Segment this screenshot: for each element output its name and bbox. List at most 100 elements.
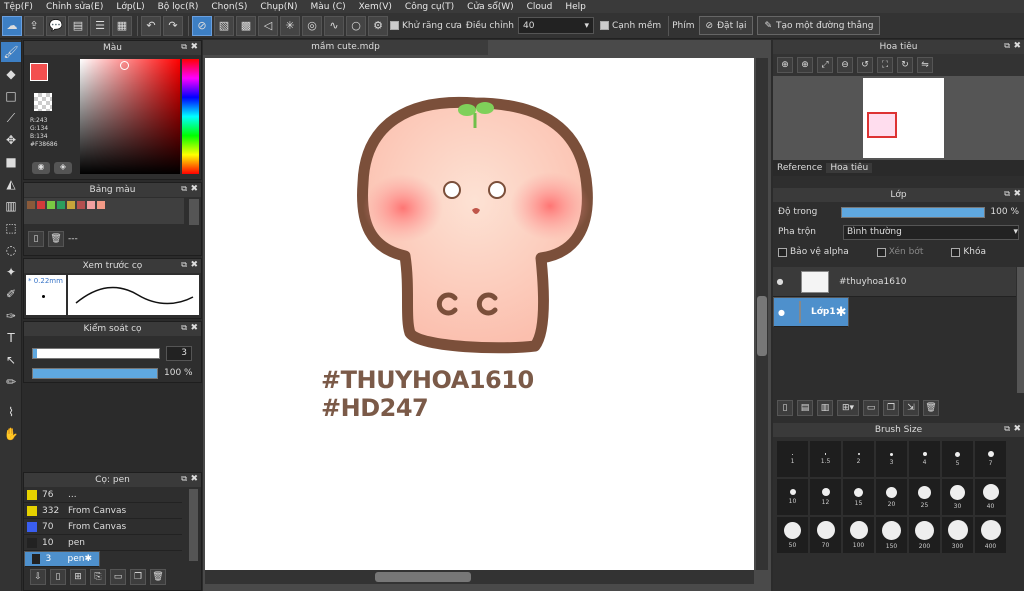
redo-icon[interactable]: ↷ bbox=[163, 15, 183, 36]
rotate-left-icon[interactable]: ↺ bbox=[857, 57, 873, 73]
concentric-snap-icon[interactable]: ◎ bbox=[302, 15, 322, 36]
layer-row-selected[interactable]: ● Lớp1 ✱ bbox=[773, 297, 849, 327]
protect-alpha-checkbox[interactable] bbox=[778, 247, 787, 257]
doc-icon[interactable]: ▤ bbox=[68, 15, 88, 36]
brush-cloud-icon[interactable]: ⇩ bbox=[30, 569, 46, 585]
brush-size-option[interactable]: 100 bbox=[843, 517, 874, 553]
close-icon[interactable]: ✖ bbox=[1013, 424, 1021, 434]
canvas-paper[interactable]: #THUYHOA1610 #HD247 bbox=[205, 58, 754, 570]
menu-item[interactable]: Chọn(S) bbox=[211, 2, 247, 12]
popout-icon[interactable]: ⧉ bbox=[181, 323, 187, 333]
close-icon[interactable]: ✖ bbox=[1013, 41, 1021, 51]
layer-row[interactable]: ● #thuyhoa1610 bbox=[773, 267, 1016, 297]
close-icon[interactable]: ✖ bbox=[1013, 189, 1021, 199]
brush-row[interactable]: 70 From Canvas bbox=[24, 519, 182, 535]
eraser-tool-icon[interactable]: ◆ bbox=[1, 64, 21, 84]
brush-size-option[interactable]: 200 bbox=[909, 517, 940, 553]
clipping-checkbox[interactable] bbox=[876, 247, 886, 257]
reset-button[interactable]: ⊘ Đặt lại bbox=[698, 16, 754, 35]
circle-snap-icon[interactable]: ○ bbox=[346, 15, 366, 36]
hue-slider[interactable] bbox=[182, 59, 199, 174]
close-icon[interactable]: ✖ bbox=[190, 42, 198, 52]
perspective-snap-icon[interactable]: ◁ bbox=[258, 15, 278, 36]
menu-item[interactable]: Cloud bbox=[527, 2, 553, 12]
straight-line-button[interactable]: ✎ Tạo một đường thẳng bbox=[757, 16, 881, 35]
brush-list-scrollbar[interactable] bbox=[189, 489, 198, 561]
brush-add-icon[interactable]: ⊞ bbox=[70, 569, 86, 585]
add-layer-icon[interactable]: ⊞▾ bbox=[837, 400, 859, 416]
brush-copy-icon[interactable]: ⎘ bbox=[90, 569, 106, 585]
brush-tool-icon[interactable]: 🖌 bbox=[1, 42, 21, 62]
brush-row[interactable]: 76... bbox=[24, 487, 182, 503]
delete-layer-icon[interactable]: 🗑 bbox=[923, 400, 939, 416]
brush-opacity-slider[interactable] bbox=[32, 368, 158, 379]
brush-size-option[interactable]: 20 bbox=[876, 479, 907, 515]
brush-delete-icon[interactable]: 🗑 bbox=[150, 569, 166, 585]
gear-icon[interactable]: ✱ bbox=[836, 305, 847, 320]
fg-color-swatch[interactable] bbox=[30, 63, 48, 81]
duplicate-layer-icon[interactable]: ❐ bbox=[883, 400, 899, 416]
hand-tool-icon[interactable]: ✋ bbox=[1, 424, 21, 444]
brush-folder-icon[interactable]: ▭ bbox=[110, 569, 126, 585]
navigator-viewport[interactable] bbox=[867, 112, 897, 138]
layer-scrollbar[interactable] bbox=[1017, 267, 1024, 393]
brush-size-option[interactable]: 1 bbox=[777, 441, 808, 477]
brush-new-icon[interactable]: ▯ bbox=[50, 569, 66, 585]
menu-item[interactable]: Tệp(F) bbox=[4, 2, 33, 12]
palette-swatch[interactable] bbox=[47, 201, 55, 209]
merge-layer-icon[interactable]: ⇲ bbox=[903, 400, 919, 416]
brush-duplicate-icon[interactable]: ❐ bbox=[130, 569, 146, 585]
palette-swatch[interactable] bbox=[97, 201, 105, 209]
popout-icon[interactable]: ⧉ bbox=[1004, 41, 1010, 51]
adjust-select[interactable]: 40 ▾ bbox=[517, 17, 594, 34]
eyedropper-icon[interactable]: ⌇ bbox=[1, 402, 21, 422]
brush-size-option[interactable]: 70 bbox=[810, 517, 841, 553]
menu-item[interactable]: Công cụ(T) bbox=[405, 2, 454, 12]
popout-icon[interactable]: ⧉ bbox=[1004, 189, 1010, 199]
vertical-scrollbar[interactable] bbox=[756, 58, 768, 570]
opacity-slider[interactable] bbox=[840, 206, 986, 218]
new-layer-icon[interactable]: ▤ bbox=[797, 400, 813, 416]
close-icon[interactable]: ✖ bbox=[190, 474, 198, 484]
brush-size-value[interactable]: 3 bbox=[166, 346, 192, 361]
brush-size-option[interactable]: 400 bbox=[975, 517, 1006, 553]
brush-size-option[interactable]: 2 bbox=[843, 441, 874, 477]
dropper-tool-icon[interactable]: ✏ bbox=[1, 372, 21, 392]
brush-size-option[interactable]: 1.5 bbox=[810, 441, 841, 477]
brush-size-option[interactable]: 150 bbox=[876, 517, 907, 553]
close-icon[interactable]: ✖ bbox=[190, 184, 198, 194]
radial-snap-icon[interactable]: ✳ bbox=[280, 15, 300, 36]
line-tool-icon[interactable]: ⟋ bbox=[1, 108, 21, 128]
popout-icon[interactable]: ⧉ bbox=[181, 42, 187, 52]
popout-icon[interactable]: ⧉ bbox=[181, 184, 187, 194]
export-icon[interactable]: ⇪ bbox=[24, 15, 44, 36]
select-eraser-icon[interactable]: ✑ bbox=[1, 306, 21, 326]
color-mode-button[interactable]: ◉ bbox=[32, 162, 50, 174]
zoom-out-icon[interactable]: ⊖ bbox=[837, 57, 853, 73]
palette-swatch[interactable] bbox=[77, 201, 85, 209]
brush-size-option[interactable]: 5 bbox=[942, 441, 973, 477]
visibility-icon[interactable]: ● bbox=[778, 308, 785, 317]
brush-size-option[interactable]: 7 bbox=[975, 441, 1006, 477]
brush-size-option[interactable]: 50 bbox=[777, 517, 808, 553]
select-tool-icon[interactable]: ⬚ bbox=[1, 218, 21, 238]
gear-icon[interactable]: ✱ bbox=[84, 554, 92, 564]
grid-snap-icon[interactable]: ▩ bbox=[236, 15, 256, 36]
folder-icon[interactable]: ▭ bbox=[863, 400, 879, 416]
brush-size-option[interactable]: 10 bbox=[777, 479, 808, 515]
brush-size-slider[interactable] bbox=[32, 348, 160, 359]
fit-icon[interactable]: ⤢ bbox=[817, 57, 833, 73]
close-icon[interactable]: ✖ bbox=[190, 260, 198, 270]
select-pen-icon[interactable]: ✐ bbox=[1, 284, 21, 304]
list-icon[interactable]: ☰ bbox=[90, 15, 110, 36]
magic-wand-icon[interactable]: ✦ bbox=[1, 262, 21, 282]
document-tab[interactable]: mầm cute.mdp bbox=[203, 40, 488, 55]
operation-tool-icon[interactable]: ↖ bbox=[1, 350, 21, 370]
brush-size-option[interactable]: 30 bbox=[942, 479, 973, 515]
brush-row[interactable]: 3 pen ✱ bbox=[24, 551, 100, 567]
palette-swatch[interactable] bbox=[67, 201, 75, 209]
grid-icon[interactable]: ▦ bbox=[112, 15, 132, 36]
antialias-checkbox[interactable] bbox=[390, 21, 399, 30]
brush-size-option[interactable]: 4 bbox=[909, 441, 940, 477]
close-icon[interactable]: ✖ bbox=[190, 323, 198, 333]
